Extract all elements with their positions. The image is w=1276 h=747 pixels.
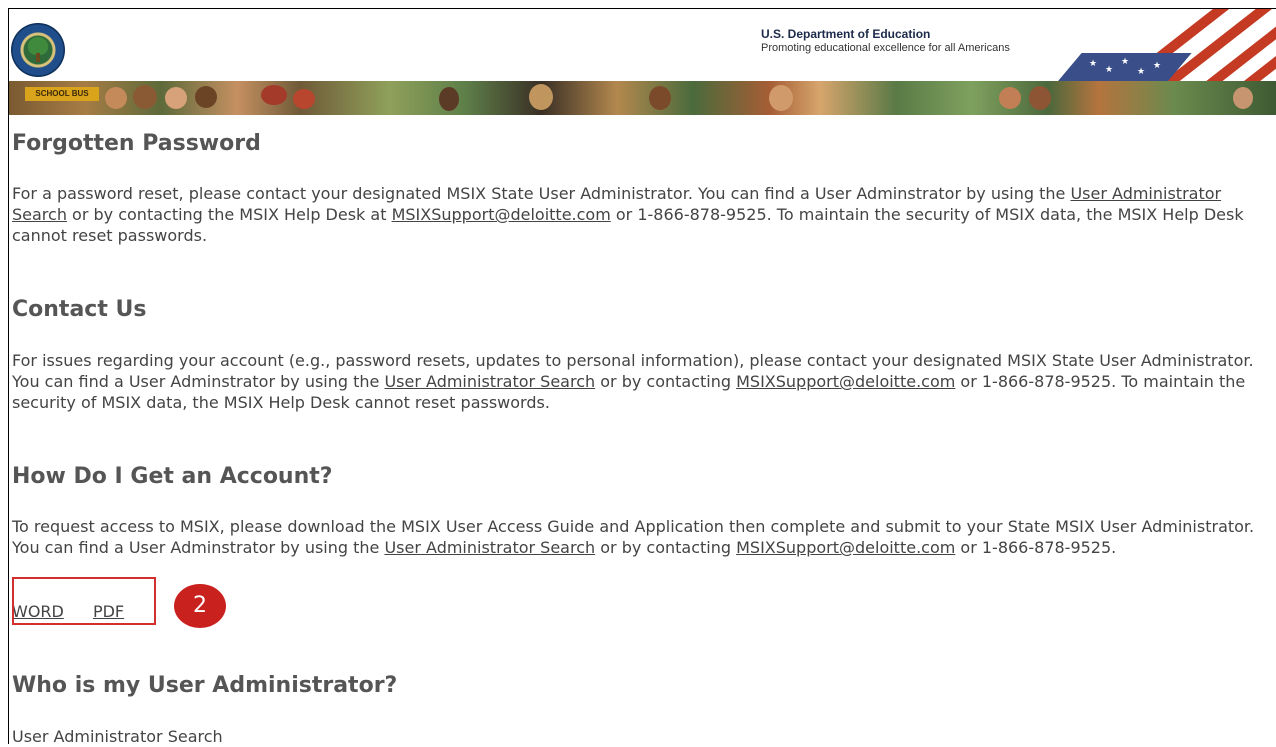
seal-trunk	[36, 53, 40, 62]
forgotten-password-heading: Forgotten Password	[12, 131, 261, 156]
department-seal-icon	[11, 23, 65, 77]
support-email-link[interactable]: MSIXSupport@deloitte.com	[736, 372, 955, 391]
flag-graphic-icon: ★ ★ ★ ★ ★	[1039, 9, 1276, 81]
photo-banner: SCHOOL BUS	[9, 81, 1276, 115]
forgotten-password-text: For a password reset, please contact you…	[12, 184, 1244, 245]
department-subtitle: Promoting educational excellence for all…	[761, 42, 1010, 54]
annotation-highlight-box	[12, 577, 156, 625]
frame-border-left	[8, 8, 9, 744]
user-admin-search-link[interactable]: User Administrator Search	[384, 538, 595, 557]
site-header: U.S. Department of Education Promoting e…	[9, 9, 1276, 81]
user-admin-heading: Who is my User Administrator?	[12, 673, 398, 698]
annotation-step-badge: 2	[174, 584, 226, 628]
department-title: U.S. Department of Education	[761, 27, 931, 41]
get-account-heading: How Do I Get an Account?	[12, 464, 333, 489]
school-bus-label: SCHOOL BUS	[25, 87, 99, 101]
get-account-text: To request access to MSIX, please downlo…	[12, 517, 1255, 557]
contact-us-heading: Contact Us	[12, 297, 147, 322]
support-email-link[interactable]: MSIXSupport@deloitte.com	[392, 205, 611, 224]
user-admin-search-link[interactable]: User Administrator Search	[384, 372, 595, 391]
contact-us-text: For issues regarding your account (e.g.,…	[12, 351, 1254, 412]
frame-top	[0, 0, 1276, 8]
support-email-link[interactable]: MSIXSupport@deloitte.com	[736, 538, 955, 557]
